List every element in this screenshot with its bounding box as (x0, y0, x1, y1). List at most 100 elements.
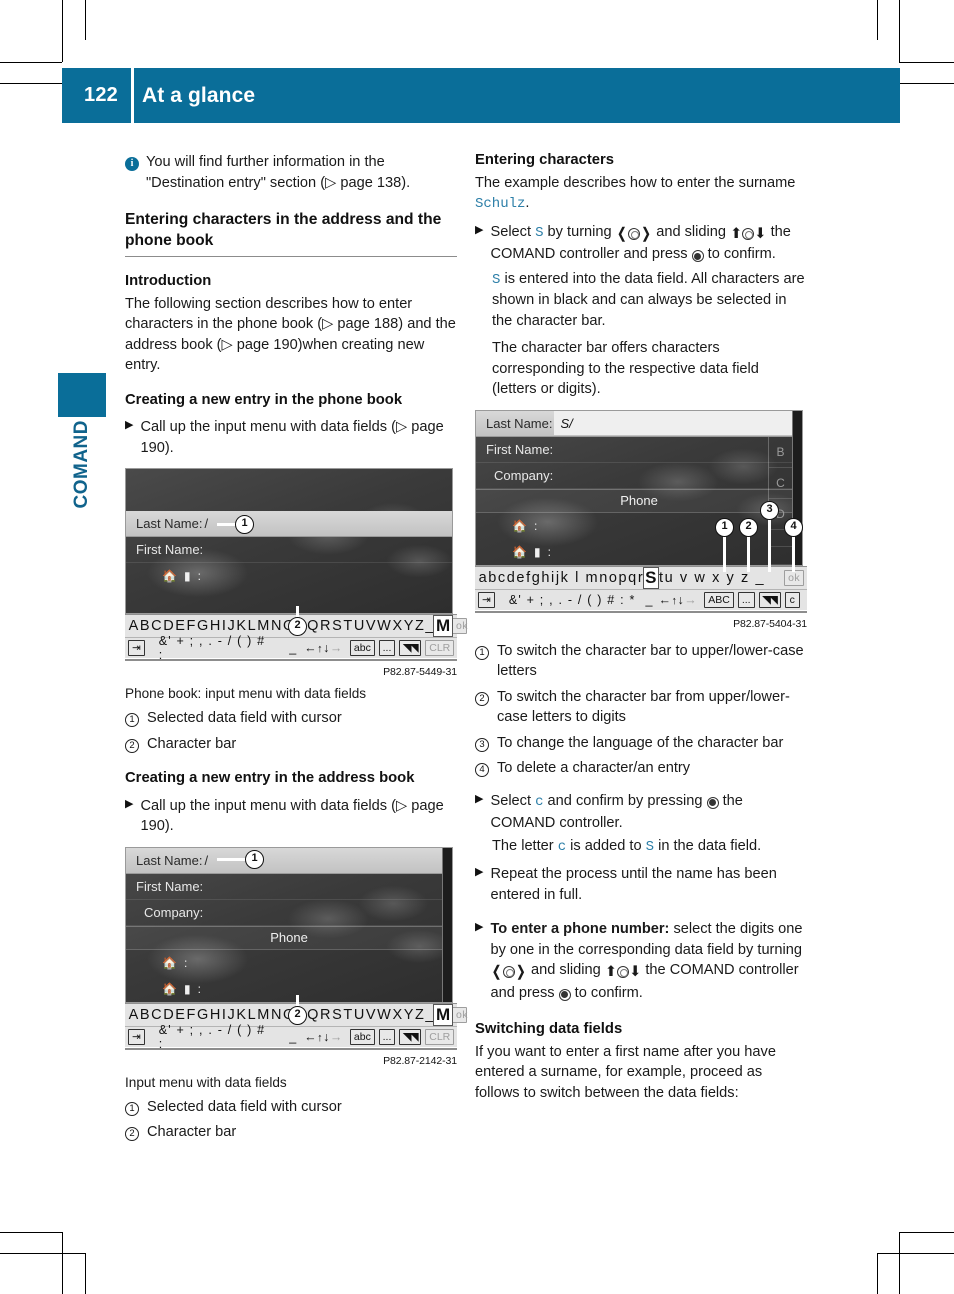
charbar-key-M[interactable]: M (257, 618, 271, 634)
flag-icon[interactable]: ◥◥ (399, 640, 422, 656)
charbar-underscore[interactable]: _ (289, 1030, 296, 1044)
charbar-key-p[interactable]: p (618, 570, 628, 586)
charbar-key-x[interactable]: x (711, 570, 720, 586)
abc-key[interactable]: abc (349, 1028, 375, 1045)
field-home-mobile[interactable]: 🏠 ▮ : (126, 563, 452, 589)
charbar-key-m[interactable]: m (585, 570, 599, 586)
charbar-key-z[interactable]: z (740, 570, 749, 586)
charbar-arrow-keys[interactable]: ←↑↓→ (658, 593, 697, 607)
charbar-key-H[interactable]: H (209, 1007, 221, 1023)
charbar-letters-row[interactable]: abcdefghijk l mnopqrStu v w x y z _ ok (475, 566, 807, 589)
charbar-key-_[interactable]: _ (425, 618, 435, 634)
charbar-key-D[interactable]: D (163, 1007, 175, 1023)
back-key-icon[interactable]: ⇥ (478, 591, 495, 608)
charbar-key-Z[interactable]: Z (414, 1007, 424, 1023)
charbar-key-G[interactable]: G (196, 618, 209, 634)
charbar-key-T[interactable]: T (343, 618, 353, 634)
charbar-arrow-keys[interactable]: ←↑↓→ (304, 641, 343, 655)
clear-key[interactable]: c (784, 591, 800, 608)
charbar-key-V[interactable]: V (365, 1007, 376, 1023)
field-home-phone[interactable]: 🏠 : (126, 950, 452, 976)
abc-uppercase-key[interactable]: ABC (704, 591, 734, 608)
back-key-icon[interactable]: ⇥ (128, 1028, 145, 1045)
charbar-symbols-row[interactable]: ⇥ &' + ; , . - / ( ) # : _ ←↑↓→ abc ... … (125, 634, 457, 662)
charbar-key-R[interactable]: R (319, 618, 331, 634)
charbar-key-Y[interactable]: Y (403, 1007, 414, 1023)
charbar-key-D[interactable]: D (163, 618, 175, 634)
charbar-key-C[interactable]: C (151, 1007, 163, 1023)
charbar-key-C[interactable]: C (151, 618, 163, 634)
charbar-symbols-row[interactable]: ⇥ &' + ; , . - / ( ) # : _ ←↑↓→ abc ... … (125, 1023, 457, 1051)
scrollbar[interactable] (442, 847, 452, 1002)
charbar-symbols-row[interactable]: ⇥ &' + ; , . - / ( ) # : * _ ←↑↓→ ABC ..… (475, 588, 807, 610)
field-first-name[interactable]: First Name: (126, 537, 452, 563)
charbar-key-o[interactable]: o (608, 570, 618, 586)
rail-letter-blank[interactable] (769, 547, 792, 565)
clr-key[interactable]: CLR (425, 640, 454, 656)
charbar-key-u[interactable]: u (664, 570, 674, 586)
field-company[interactable]: Company: (126, 900, 452, 926)
charbar-key-S[interactable]: S (332, 1007, 343, 1023)
field-first-name[interactable]: First Name: (126, 874, 452, 900)
charbar-key-k[interactable]: k (560, 570, 569, 586)
charbar-key-J[interactable]: J (227, 1007, 236, 1023)
charbar-key-n[interactable]: n (599, 570, 609, 586)
character-bar-3[interactable]: abcdefghijk l mnopqrStu v w x y z _ ok ⇥… (475, 565, 807, 610)
charbar-key-H[interactable]: H (209, 618, 221, 634)
charbar-key-w[interactable]: w (694, 570, 706, 586)
charbar-arrow-keys[interactable]: ←↑↓→ (304, 1030, 343, 1044)
charbar-symbols[interactable]: &' + ; , . - / ( ) # : (159, 634, 274, 662)
flag-icon[interactable]: ◥◥ (758, 591, 781, 608)
clr-key[interactable]: CLR (425, 1028, 454, 1045)
charbar-key-_[interactable]: _ (425, 1007, 435, 1023)
charbar-key-R[interactable]: R (319, 1007, 331, 1023)
charbar-key-J[interactable]: J (227, 618, 236, 634)
more-key[interactable]: ... (378, 1028, 396, 1045)
charbar-key-e[interactable]: e (516, 570, 526, 586)
charbar-key-L[interactable]: L (247, 618, 257, 634)
charbar-key-N[interactable]: N (270, 1007, 282, 1023)
charbar-key-L[interactable]: L (247, 1007, 257, 1023)
charbar-key-b[interactable]: b (488, 570, 498, 586)
field-last-name[interactable]: Last Name: S/ (476, 410, 802, 437)
charbar-key-K[interactable]: K (236, 618, 247, 634)
charbar-key-U[interactable]: U (353, 1007, 365, 1023)
ok-key[interactable]: ok (784, 569, 804, 586)
charbar-key-W[interactable]: W (377, 1007, 392, 1023)
charbar-key-E[interactable]: E (175, 1007, 186, 1023)
rail-letter[interactable]: C (769, 468, 792, 499)
charbar-key-K[interactable]: K (236, 1007, 247, 1023)
charbar-key-c[interactable]: c (497, 570, 506, 586)
charbar-key-y[interactable]: y (726, 570, 735, 586)
charbar-key-A[interactable]: A (128, 618, 139, 634)
charbar-key-U[interactable]: U (353, 618, 365, 634)
charbar-key-d[interactable]: d (506, 570, 516, 586)
charbar-underscore[interactable]: _ (646, 593, 653, 607)
charbar-key-Y[interactable]: Y (403, 618, 414, 634)
charbar-key-N[interactable]: N (270, 618, 282, 634)
charbar-key-X[interactable]: X (392, 618, 403, 634)
back-key-icon[interactable]: ⇥ (128, 640, 145, 656)
charbar-key-g[interactable]: g (531, 570, 541, 586)
digits-key[interactable]: ... (737, 591, 755, 608)
charbar-symbols[interactable]: &' + ; , . - / ( ) # : * (509, 593, 636, 607)
charbar-key-F[interactable]: F (186, 618, 196, 634)
charbar-key-G[interactable]: G (196, 1007, 209, 1023)
charbar-key-B[interactable]: B (139, 1007, 150, 1023)
charbar-key-A[interactable]: A (128, 1007, 139, 1023)
charbar-lowercase-letters[interactable]: abcdefghijk l mnopqrStu v w x y z _ (478, 566, 784, 589)
charbar-symbols[interactable]: &' + ; , . - / ( ) # : (159, 1023, 274, 1051)
ok-key[interactable]: ok (452, 1006, 468, 1023)
charbar-underscore[interactable]: _ (289, 641, 296, 655)
field-first-name[interactable]: First Name: (476, 437, 802, 463)
charbar-key-Q[interactable]: Q (307, 618, 320, 634)
ok-key[interactable]: ok (452, 618, 468, 634)
charbar-key-S[interactable]: S (332, 618, 343, 634)
charbar-key-W[interactable]: W (377, 618, 392, 634)
more-key[interactable]: ... (378, 640, 396, 656)
field-last-name[interactable]: Last Name: / (126, 511, 452, 537)
charbar-key-a[interactable]: a (478, 570, 488, 586)
charbar-key-q[interactable]: q (628, 570, 638, 586)
charbar-key-selected[interactable]: S (642, 566, 660, 589)
charbar-key-E[interactable]: E (175, 618, 186, 634)
